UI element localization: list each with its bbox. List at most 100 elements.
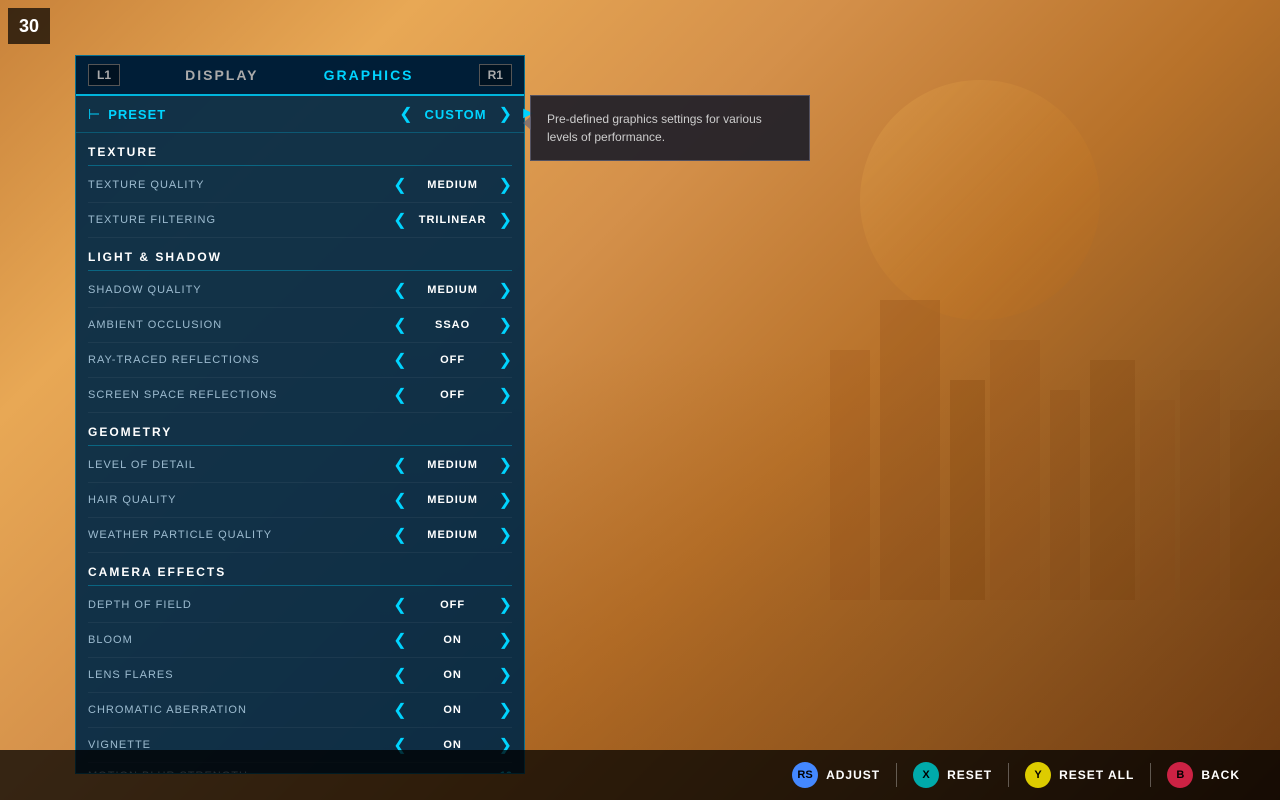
reset-action[interactable]: X RESET [913,762,992,788]
texture-filtering-left[interactable]: ❮ [393,210,406,230]
preset-arrow-left[interactable]: ❮ [399,104,412,124]
texture-quality-controls: ❮ MEDIUM ❯ [393,175,512,195]
ray-traced-reflections-controls: ❮ OFF ❯ [393,350,512,370]
hair-quality-value: MEDIUM [413,494,493,506]
ray-traced-reflections-label: RAY-TRACED REFLECTIONS [88,354,393,366]
chromatic-aberration-right[interactable]: ❯ [499,700,512,720]
setting-ambient-occlusion: AMBIENT OCCLUSION ❮ SSAO ❯ [88,308,512,343]
bloom-right[interactable]: ❯ [499,630,512,650]
corner-number: 30 [8,8,50,44]
setting-depth-of-field: DEPTH OF FIELD ❮ OFF ❯ [88,588,512,623]
weather-particle-quality-right[interactable]: ❯ [499,525,512,545]
preset-row: ⊢ PRESET ❮ CUSTOM ❯ ► [76,96,524,133]
settings-panel: L1 DISPLAY GRAPHICS R1 ⊢ PRESET ❮ CUSTOM… [75,55,525,774]
texture-quality-right[interactable]: ❯ [499,175,512,195]
tab-header: L1 DISPLAY GRAPHICS R1 [76,56,524,96]
back-button-icon: B [1167,762,1193,788]
back-button-label: BACK [1201,768,1240,782]
weather-particle-quality-controls: ❮ MEDIUM ❯ [393,525,512,545]
chromatic-aberration-controls: ❮ ON ❯ [393,700,512,720]
setting-texture-filtering: TEXTURE FILTERING ❮ TRILINEAR ❯ [88,203,512,238]
reset-all-action[interactable]: Y RESET ALL [1025,762,1134,788]
lens-flares-left[interactable]: ❮ [393,665,406,685]
ray-traced-reflections-left[interactable]: ❮ [393,350,406,370]
preset-label: PRESET [108,107,399,122]
bloom-label: BLOOM [88,634,393,646]
chromatic-aberration-left[interactable]: ❮ [393,700,406,720]
l1-button[interactable]: L1 [88,64,120,86]
section-light-shadow-header: LIGHT & SHADOW [88,238,512,271]
setting-texture-quality: TEXTURE QUALITY ❮ MEDIUM ❯ [88,168,512,203]
hair-quality-left[interactable]: ❮ [393,490,406,510]
setting-bloom: BLOOM ❮ ON ❯ [88,623,512,658]
setting-shadow-quality: SHADOW QUALITY ❮ MEDIUM ❯ [88,273,512,308]
divider-1 [896,763,897,787]
preset-value: CUSTOM [421,107,491,122]
chromatic-aberration-label: CHROMATIC ABERRATION [88,704,393,716]
texture-filtering-controls: ❮ TRILINEAR ❯ [393,210,512,230]
setting-hair-quality: HAIR QUALITY ❮ MEDIUM ❯ [88,483,512,518]
ambient-occlusion-value: SSAO [413,319,493,331]
texture-filtering-value: TRILINEAR [413,214,493,226]
preset-icon: ⊢ [88,106,100,123]
screen-space-reflections-left[interactable]: ❮ [393,385,406,405]
weather-particle-quality-value: MEDIUM [413,529,493,541]
texture-filtering-label: TEXTURE FILTERING [88,214,393,226]
depth-of-field-controls: ❮ OFF ❯ [393,595,512,615]
screen-space-reflections-label: SCREEN SPACE REFLECTIONS [88,389,393,401]
weather-particle-quality-left[interactable]: ❮ [393,525,406,545]
bottom-bar: RS ADJUST X RESET Y RESET ALL B BACK [0,750,1280,800]
section-texture-header: TEXTURE [88,133,512,166]
chromatic-aberration-value: ON [413,704,493,716]
texture-quality-value: MEDIUM [413,179,493,191]
tooltip-text: Pre-defined graphics settings for variou… [547,112,762,144]
level-of-detail-right[interactable]: ❯ [499,455,512,475]
level-of-detail-left[interactable]: ❮ [393,455,406,475]
adjust-action[interactable]: RS ADJUST [792,762,880,788]
hair-quality-right[interactable]: ❯ [499,490,512,510]
shadow-quality-right[interactable]: ❯ [499,280,512,300]
setting-screen-space-reflections: SCREEN SPACE REFLECTIONS ❮ OFF ❯ [88,378,512,413]
ambient-occlusion-right[interactable]: ❯ [499,315,512,335]
ambient-occlusion-controls: ❮ SSAO ❯ [393,315,512,335]
tab-display[interactable]: DISPLAY [185,67,258,83]
adjust-button-icon: RS [792,762,818,788]
screen-space-reflections-controls: ❮ OFF ❯ [393,385,512,405]
setting-weather-particle-quality: WEATHER PARTICLE QUALITY ❮ MEDIUM ❯ [88,518,512,553]
back-action[interactable]: B BACK [1167,762,1240,788]
texture-quality-left[interactable]: ❮ [393,175,406,195]
preset-tooltip: Pre-defined graphics settings for variou… [530,95,810,161]
divider-3 [1150,763,1151,787]
setting-ray-traced-reflections: RAY-TRACED REFLECTIONS ❮ OFF ❯ [88,343,512,378]
shadow-quality-controls: ❮ MEDIUM ❯ [393,280,512,300]
weather-particle-quality-label: WEATHER PARTICLE QUALITY [88,529,393,541]
lens-flares-label: LENS FLARES [88,669,393,681]
lens-flares-right[interactable]: ❯ [499,665,512,685]
depth-of-field-right[interactable]: ❯ [499,595,512,615]
bloom-left[interactable]: ❮ [393,630,406,650]
screen-space-reflections-right[interactable]: ❯ [499,385,512,405]
ambient-occlusion-label: AMBIENT OCCLUSION [88,319,393,331]
tab-graphics[interactable]: GRAPHICS [324,67,414,83]
ambient-occlusion-left[interactable]: ❮ [393,315,406,335]
setting-chromatic-aberration: CHROMATIC ABERRATION ❮ ON ❯ [88,693,512,728]
texture-quality-label: TEXTURE QUALITY [88,179,393,191]
setting-lens-flares: LENS FLARES ❮ ON ❯ [88,658,512,693]
ray-traced-reflections-right[interactable]: ❯ [499,350,512,370]
bloom-value: ON [413,634,493,646]
depth-of-field-value: OFF [413,599,493,611]
r1-button[interactable]: R1 [479,64,512,86]
reset-button-label: RESET [947,768,992,782]
reset-all-button-icon: Y [1025,762,1051,788]
reset-all-button-label: RESET ALL [1059,768,1134,782]
depth-of-field-left[interactable]: ❮ [393,595,406,615]
hair-quality-controls: ❮ MEDIUM ❯ [393,490,512,510]
shadow-quality-label: SHADOW QUALITY [88,284,393,296]
hair-quality-label: HAIR QUALITY [88,494,393,506]
shadow-quality-left[interactable]: ❮ [393,280,406,300]
level-of-detail-label: LEVEL OF DETAIL [88,459,393,471]
adjust-button-label: ADJUST [826,768,880,782]
shadow-quality-value: MEDIUM [413,284,493,296]
preset-arrow-right[interactable]: ❯ [499,104,512,124]
texture-filtering-right[interactable]: ❯ [499,210,512,230]
